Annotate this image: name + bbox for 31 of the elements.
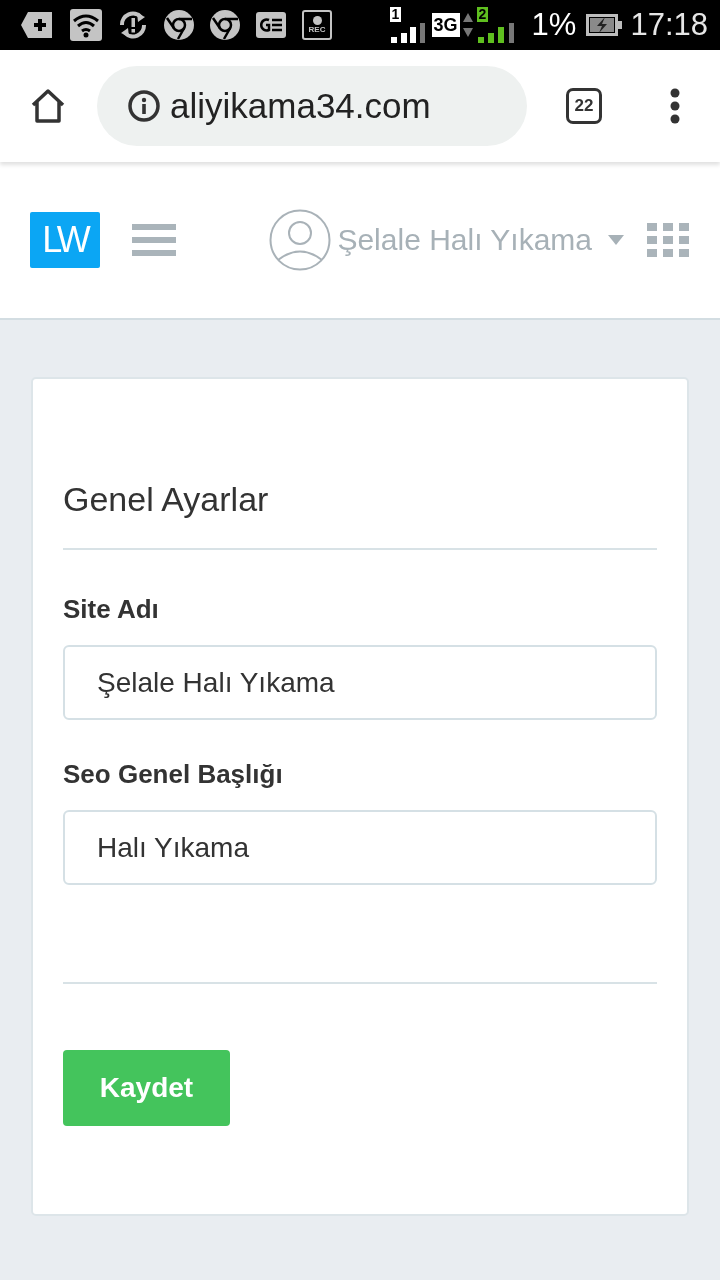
card-title: Genel Ayarlar [63, 479, 270, 519]
apps-grid-icon[interactable] [647, 223, 689, 257]
hamburger-menu-icon[interactable] [132, 224, 176, 256]
rec-label: REC [308, 25, 326, 34]
address-bar[interactable]: aliyikama34.com [97, 66, 527, 146]
plus-tag-icon [20, 10, 54, 40]
wifi-icon [70, 9, 102, 41]
data-arrows-icon [461, 12, 474, 38]
home-icon[interactable] [30, 88, 66, 124]
caret-icon[interactable] [608, 235, 624, 245]
news-icon [256, 12, 286, 38]
field-label: Seo Genel Başlığı [63, 759, 284, 789]
sim-label: 2 [476, 7, 489, 22]
battery-charging-icon [586, 14, 623, 36]
dot-icon [312, 16, 322, 25]
chrome-icon [164, 10, 194, 40]
sim-label: 1 [389, 7, 402, 22]
tab-count-button[interactable]: 22 [566, 88, 602, 124]
user-avatar-icon[interactable] [269, 209, 332, 271]
battery-percent: 1% [531, 7, 577, 43]
signal-icon [389, 23, 426, 43]
field-label: Site Adı [63, 594, 160, 624]
clock: 17:18 [630, 7, 708, 43]
sync-alert-icon [118, 11, 148, 39]
info-icon[interactable] [128, 90, 160, 122]
signal-icon [476, 23, 515, 43]
network-type-label: 3G [431, 13, 460, 37]
chrome-icon [210, 10, 240, 40]
menu-icon[interactable] [670, 88, 680, 124]
text-field[interactable]: Şelale Halı Yıkama [63, 645, 657, 720]
text-field[interactable]: Halı Yıkama [63, 810, 657, 885]
